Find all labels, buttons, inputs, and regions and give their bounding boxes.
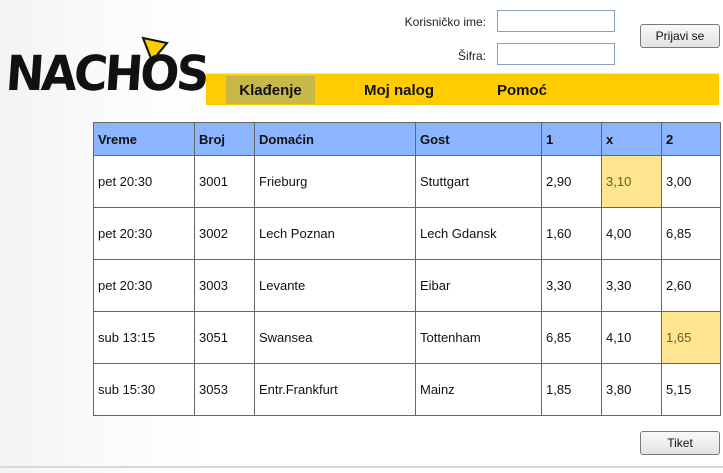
odd-1-cell[interactable]: 6,85 <box>541 311 602 364</box>
cell-gost: Mainz <box>415 363 542 416</box>
cell-vreme: sub 13:15 <box>93 311 195 364</box>
username-label: Korisničko ime: <box>404 15 486 29</box>
cell-gost: Tottenham <box>415 311 542 364</box>
tab-kladjenje[interactable]: Klađenje <box>226 76 315 104</box>
table-header-row: Vreme Broj Domaćin Gost 1 x 2 <box>93 122 721 156</box>
cell-domacin: Swansea <box>254 311 416 364</box>
cell-vreme: sub 15:30 <box>93 363 195 416</box>
odd-2-cell[interactable]: 5,15 <box>661 363 721 416</box>
odd-2-cell[interactable]: 3,00 <box>661 155 721 208</box>
cell-gost: Stuttgart <box>415 155 542 208</box>
username-input[interactable] <box>497 10 615 32</box>
cell-gost: Eibar <box>415 259 542 312</box>
odd-2-cell[interactable]: 2,60 <box>661 259 721 312</box>
cell-domacin: Frieburg <box>254 155 416 208</box>
odd-1-cell[interactable]: 2,90 <box>541 155 602 208</box>
login-button[interactable]: Prijavi se <box>640 24 720 48</box>
ticket-button[interactable]: Tiket <box>640 431 720 455</box>
main-nav: Klađenje Moj nalog Pomoć <box>206 73 719 105</box>
odd-x-cell[interactable]: 3,80 <box>601 363 662 416</box>
cell-domacin: Lech Poznan <box>254 207 416 260</box>
password-input[interactable] <box>497 43 615 65</box>
cell-gost: Lech Gdansk <box>415 207 542 260</box>
table-row: pet 20:30 3001 Frieburg Stuttgart 2,90 3… <box>93 155 721 208</box>
cell-domacin: Levante <box>254 259 416 312</box>
cell-broj: 3053 <box>194 363 255 416</box>
cell-domacin: Entr.Frankfurt <box>254 363 416 416</box>
logo-text: NACHOS <box>4 44 209 102</box>
cell-broj: 3002 <box>194 207 255 260</box>
odd-2-cell[interactable]: 6,85 <box>661 207 721 260</box>
cell-vreme: pet 20:30 <box>93 155 195 208</box>
odd-2-cell[interactable]: 1,65 <box>661 311 721 364</box>
table-row: sub 15:30 3053 Entr.Frankfurt Mainz 1,85… <box>93 363 721 416</box>
tab-moj-nalog[interactable]: Moj nalog <box>352 76 446 104</box>
odds-table: Vreme Broj Domaćin Gost 1 x 2 pet 20:30 … <box>93 122 721 416</box>
header-odd-x: x <box>601 122 662 156</box>
odd-1-cell[interactable]: 3,30 <box>541 259 602 312</box>
odd-1-cell[interactable]: 1,85 <box>541 363 602 416</box>
header-odd-2: 2 <box>661 122 721 156</box>
cell-vreme: pet 20:30 <box>93 259 195 312</box>
cell-broj: 3001 <box>194 155 255 208</box>
odd-x-cell[interactable]: 3,10 <box>601 155 662 208</box>
nachos-logo: NACHOS <box>4 34 209 104</box>
header-gost: Gost <box>415 122 542 156</box>
header-odd-1: 1 <box>541 122 602 156</box>
cell-broj: 3003 <box>194 259 255 312</box>
bottom-divider <box>0 466 723 468</box>
odd-x-cell[interactable]: 4,00 <box>601 207 662 260</box>
header-vreme: Vreme <box>93 122 195 156</box>
table-row: pet 20:30 3002 Lech Poznan Lech Gdansk 1… <box>93 207 721 260</box>
header-broj: Broj <box>194 122 255 156</box>
odd-x-cell[interactable]: 3,30 <box>601 259 662 312</box>
odd-x-cell[interactable]: 4,10 <box>601 311 662 364</box>
cell-broj: 3051 <box>194 311 255 364</box>
cell-vreme: pet 20:30 <box>93 207 195 260</box>
password-label: Šifra: <box>457 49 486 63</box>
table-row: sub 13:15 3051 Swansea Tottenham 6,85 4,… <box>93 311 721 364</box>
odd-1-cell[interactable]: 1,60 <box>541 207 602 260</box>
tab-pomoc[interactable]: Pomoć <box>486 76 558 104</box>
table-row: pet 20:30 3003 Levante Eibar 3,30 3,30 2… <box>93 259 721 312</box>
header-domacin: Domaćin <box>254 122 416 156</box>
